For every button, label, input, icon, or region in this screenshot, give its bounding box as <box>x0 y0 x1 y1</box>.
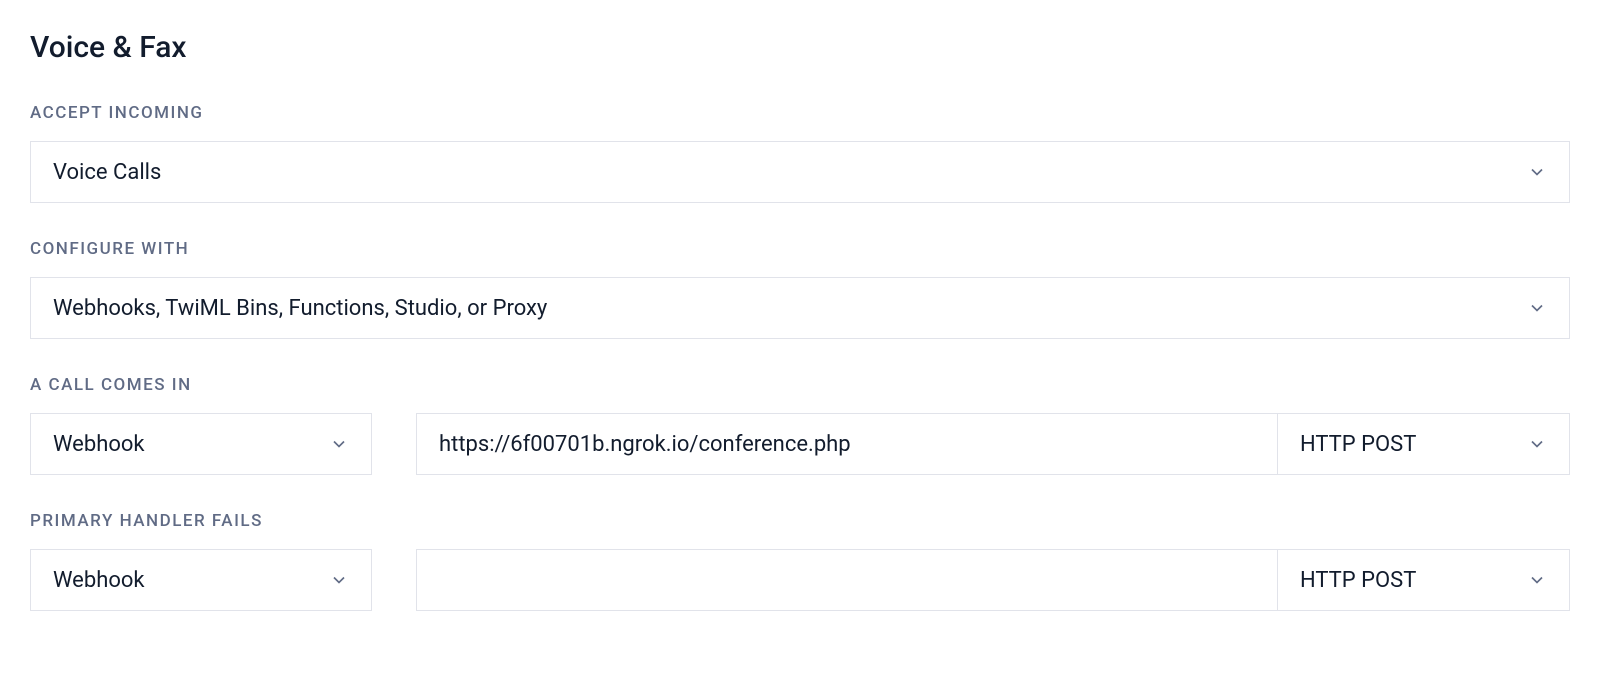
primary-handler-fails-url-input[interactable] <box>416 549 1278 611</box>
call-comes-in-type-select[interactable]: Webhook <box>30 413 372 475</box>
configure-with-group: CONFIGURE WITH Webhooks, TwiML Bins, Fun… <box>30 239 1570 339</box>
accept-incoming-label: ACCEPT INCOMING <box>30 103 1570 123</box>
primary-handler-fails-method-select[interactable]: HTTP POST <box>1278 549 1570 611</box>
call-comes-in-label: A CALL COMES IN <box>30 375 1570 395</box>
primary-handler-fails-label: PRIMARY HANDLER FAILS <box>30 511 1570 531</box>
accept-incoming-value: Voice Calls <box>53 160 161 185</box>
chevron-down-icon <box>1527 298 1547 318</box>
call-comes-in-group: A CALL COMES IN Webhook HTTP POST <box>30 375 1570 475</box>
configure-with-select[interactable]: Webhooks, TwiML Bins, Functions, Studio,… <box>30 277 1570 339</box>
call-comes-in-method-select[interactable]: HTTP POST <box>1278 413 1570 475</box>
primary-handler-fails-group: PRIMARY HANDLER FAILS Webhook HTTP POST <box>30 511 1570 611</box>
chevron-down-icon <box>329 434 349 454</box>
call-comes-in-url-input[interactable] <box>416 413 1278 475</box>
call-comes-in-method-value: HTTP POST <box>1300 432 1416 457</box>
configure-with-label: CONFIGURE WITH <box>30 239 1570 259</box>
accept-incoming-group: ACCEPT INCOMING Voice Calls <box>30 103 1570 203</box>
chevron-down-icon <box>329 570 349 590</box>
section-title: Voice & Fax <box>30 30 1570 65</box>
call-comes-in-type-value: Webhook <box>53 432 145 457</box>
chevron-down-icon <box>1527 570 1547 590</box>
primary-handler-fails-type-select[interactable]: Webhook <box>30 549 372 611</box>
configure-with-value: Webhooks, TwiML Bins, Functions, Studio,… <box>53 296 547 321</box>
primary-handler-fails-type-value: Webhook <box>53 568 145 593</box>
accept-incoming-select[interactable]: Voice Calls <box>30 141 1570 203</box>
primary-handler-fails-method-value: HTTP POST <box>1300 568 1416 593</box>
chevron-down-icon <box>1527 162 1547 182</box>
chevron-down-icon <box>1527 434 1547 454</box>
